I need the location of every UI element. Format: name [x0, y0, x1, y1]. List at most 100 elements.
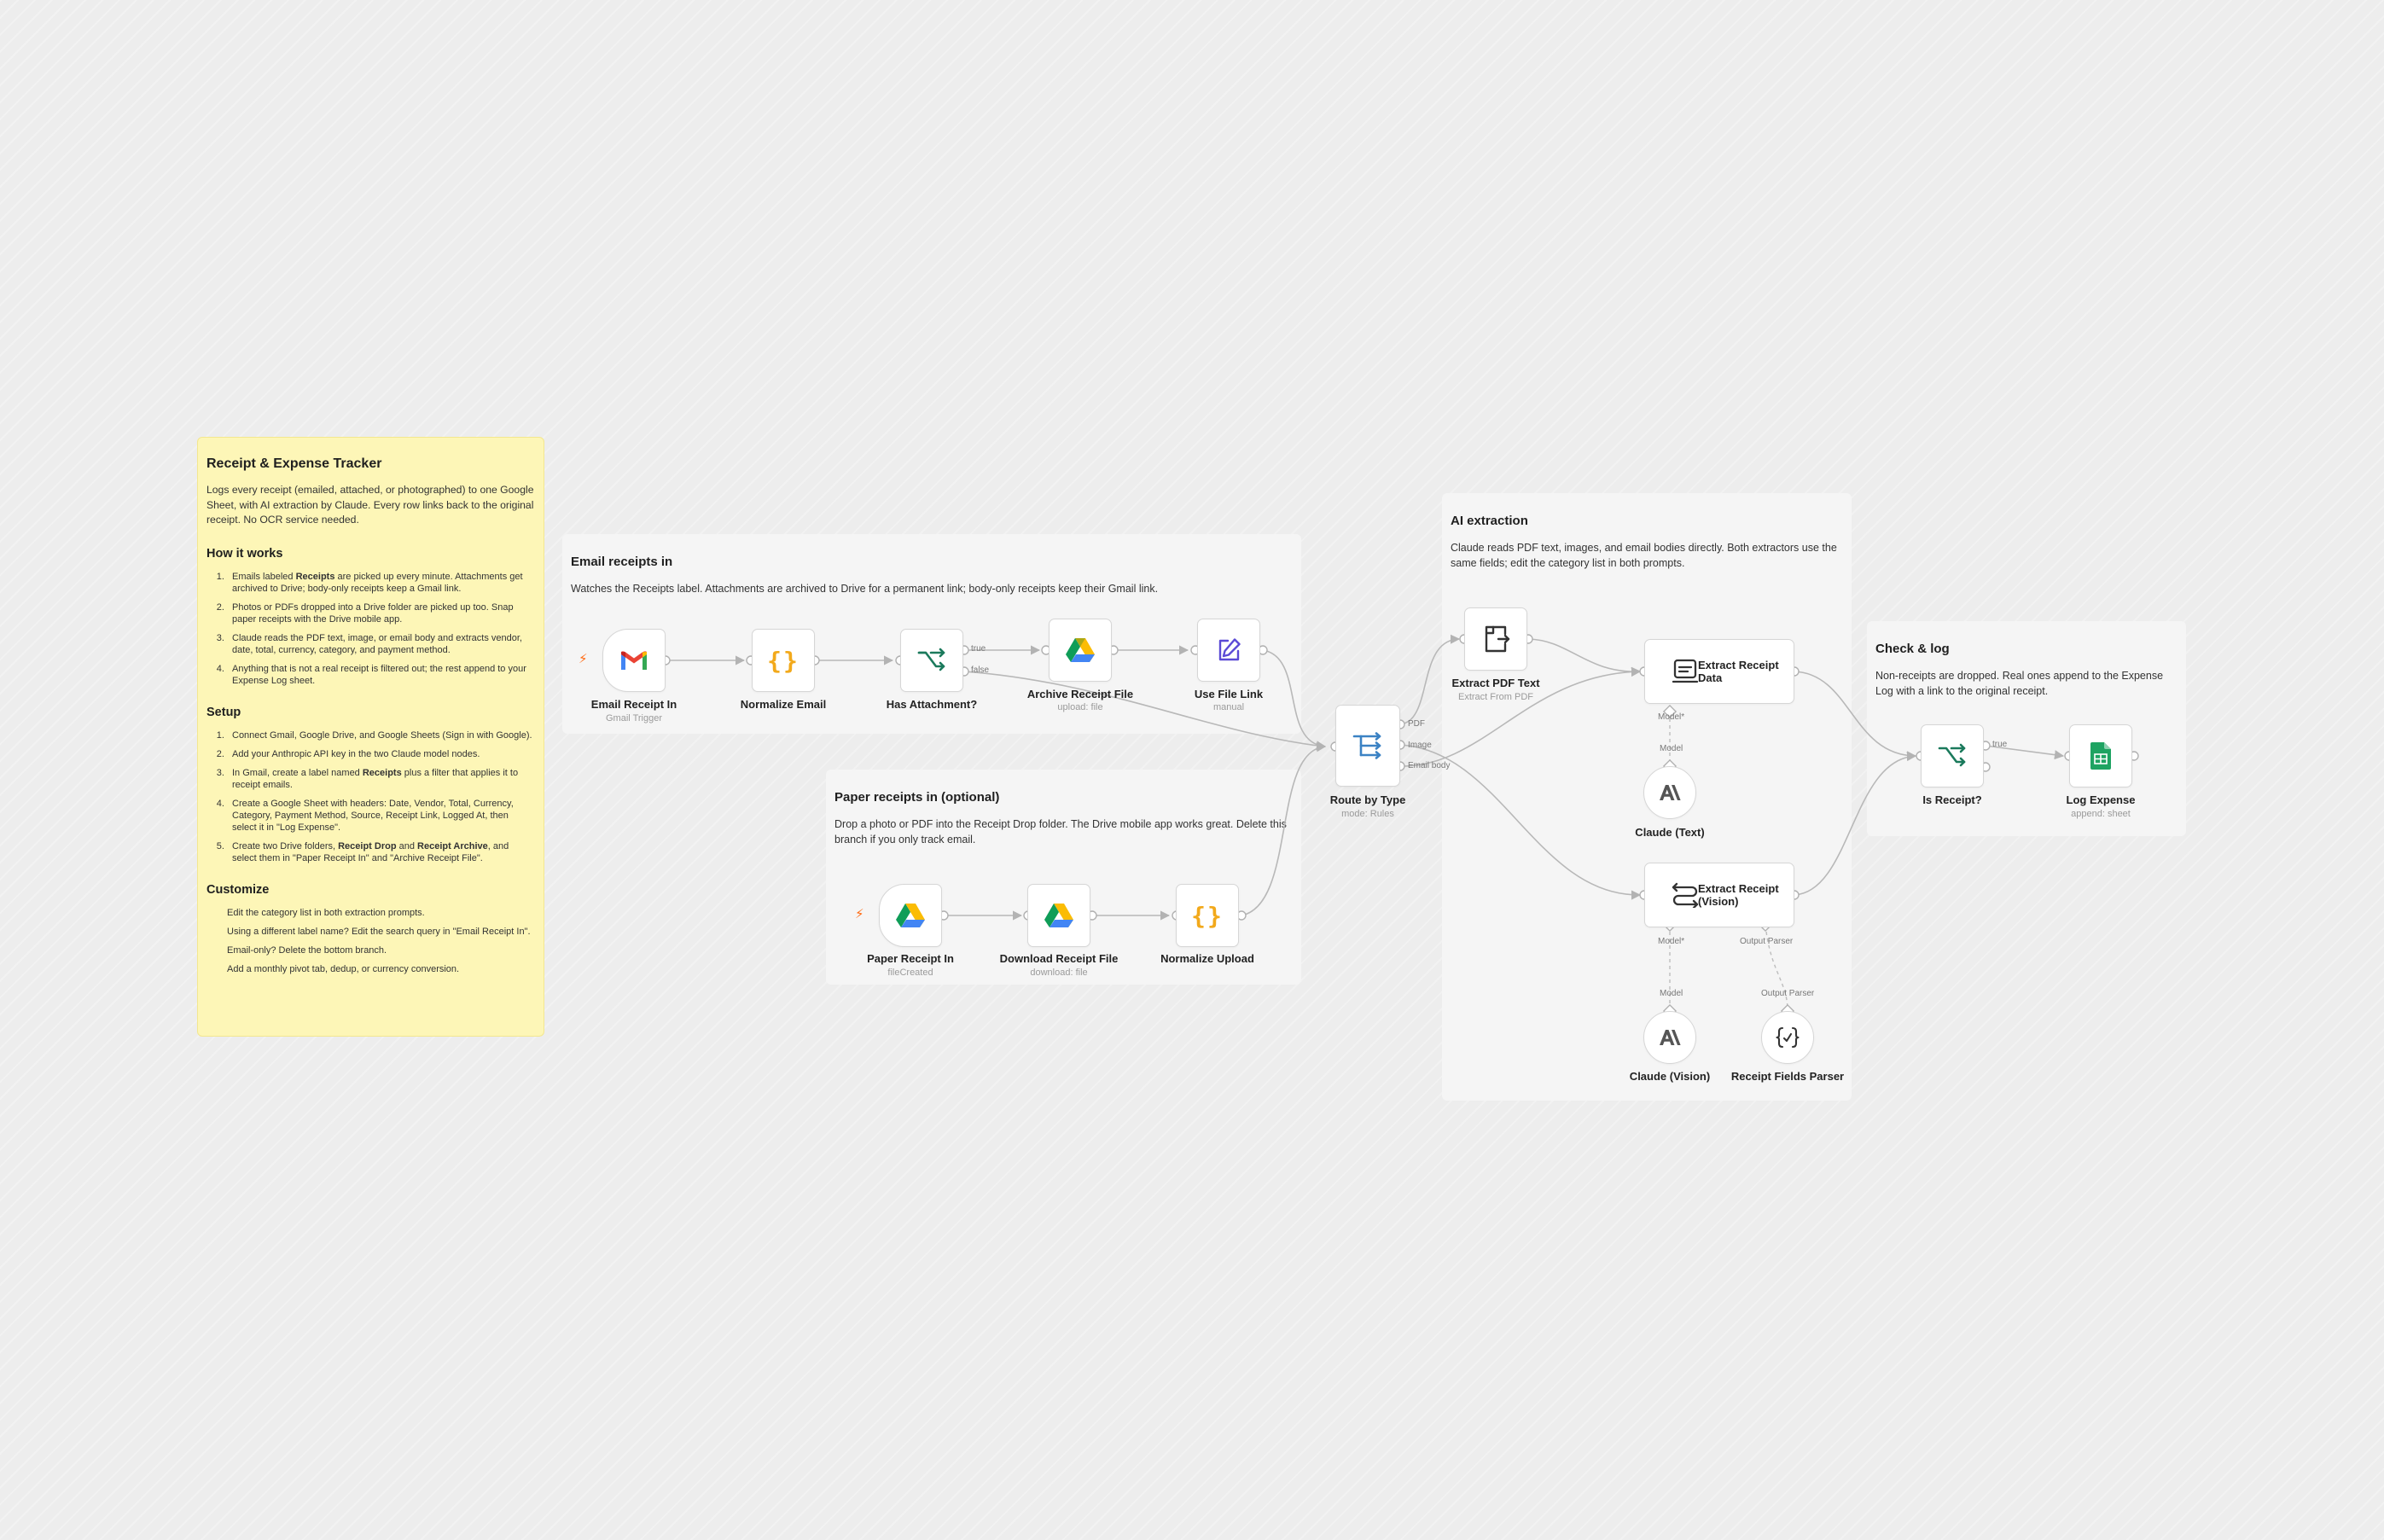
trigger-bolt-icon: ⚡ — [855, 907, 864, 921]
note-body: Drop a photo or PDF into the Receipt Dro… — [834, 818, 1287, 846]
anthropic-icon — [1654, 1022, 1685, 1053]
gmail-icon — [619, 645, 649, 676]
list-item: Edit the category list in both extractio… — [227, 907, 425, 918]
node-label: Email Receipt In — [590, 698, 677, 711]
list-item: Claude reads the PDF text, image, or ema… — [227, 632, 535, 656]
node-sublabel: Gmail Trigger — [605, 713, 663, 724]
node-extract-receipt-data[interactable]: Extract Receipt Data — [1644, 639, 1794, 704]
sticky-intro: Logs every receipt (emailed, attached, o… — [206, 484, 534, 526]
note-body: Watches the Receipts label. Attachments … — [571, 583, 1159, 595]
port-label-model: Model* — [1658, 712, 1685, 722]
list-item: Anything that is not a real receipt is f… — [227, 663, 535, 687]
setup-heading: Setup — [206, 705, 241, 719]
node-title: Extract Receipt Data — [1698, 659, 1779, 684]
node-label: Extract PDF Text — [1451, 677, 1540, 689]
information-extractor-icon — [1671, 880, 1700, 909]
port-label-true: true — [971, 644, 986, 654]
how-it-works-list: Emails labeled Receipts are picked up ev… — [206, 571, 535, 687]
port-label-model: Model — [1660, 989, 1683, 998]
port-label-image: Image — [1408, 741, 1432, 750]
note-title: Email receipts in — [571, 555, 673, 569]
node-label: Claude (Text) — [1635, 826, 1705, 839]
curly-braces-icon: {} — [1191, 901, 1224, 930]
list-item: Photos or PDFs dropped into a Drive fold… — [227, 601, 535, 625]
curly-braces-icon: {} — [767, 646, 800, 675]
port-label-false: false — [971, 665, 990, 675]
node-has-attachment[interactable] — [900, 629, 963, 692]
node-sublabel: fileCreated — [887, 968, 933, 978]
node-label: Is Receipt? — [1922, 793, 1982, 806]
node-sublabel: upload: file — [1057, 702, 1103, 712]
node-label: Claude (Vision) — [1629, 1070, 1711, 1083]
customize-heading: Customize — [206, 882, 270, 897]
port-label-output-parser: Output Parser — [1740, 937, 1794, 946]
switch-route-icon — [1352, 730, 1383, 761]
note-title: Check & log — [1875, 642, 1950, 656]
node-label: Receipt Fields Parser — [1730, 1070, 1845, 1083]
list-item: Email-only? Delete the bottom branch. — [227, 944, 387, 956]
node-label: Log Expense — [2066, 793, 2136, 806]
node-label: Route by Type — [1329, 793, 1406, 806]
list-item: Emails labeled Receipts are picked up ev… — [227, 571, 535, 595]
anthropic-icon — [1654, 777, 1685, 808]
port-label-pdf: PDF — [1408, 719, 1425, 729]
node-download-receipt-file[interactable] — [1027, 884, 1090, 947]
node-label: Paper Receipt In — [867, 952, 954, 965]
node-sublabel: Extract From PDF — [1457, 692, 1534, 702]
list-item: In Gmail, create a label named Receipts … — [227, 767, 535, 791]
node-sublabel: download: file — [1030, 968, 1088, 978]
structured-parser-icon — [1772, 1022, 1803, 1053]
node-log-expense[interactable] — [2069, 724, 2132, 787]
list-item: Using a different label name? Edit the s… — [227, 926, 531, 937]
node-extract-pdf-text[interactable] — [1464, 607, 1527, 671]
if-branch-icon — [1937, 741, 1968, 771]
llm-chain-icon — [1671, 657, 1700, 686]
node-label: Has Attachment? — [886, 698, 978, 711]
node-is-receipt[interactable] — [1921, 724, 1984, 787]
note-body: Claude reads PDF text, images, and email… — [1451, 542, 1837, 569]
node-sublabel: manual — [1212, 702, 1245, 712]
node-claude-vision[interactable] — [1643, 1011, 1696, 1064]
node-claude-text[interactable] — [1643, 766, 1696, 819]
node-email-receipt-in[interactable] — [602, 629, 666, 692]
node-label: Archive Receipt File — [1026, 688, 1134, 700]
node-use-file-link[interactable] — [1197, 619, 1260, 682]
note-title: Paper receipts in (optional) — [834, 790, 1000, 805]
extract-file-icon — [1480, 624, 1511, 654]
list-item: Create two Drive folders, Receipt Drop a… — [227, 840, 535, 864]
setup-list: Connect Gmail, Google Drive, and Google … — [206, 729, 535, 864]
node-sublabel: mode: Rules — [1341, 809, 1394, 819]
list-item: Create a Google Sheet with headers: Date… — [227, 798, 535, 834]
workflow-canvas[interactable]: Email receipts in Watches the Receipts l… — [0, 0, 2384, 1540]
node-normalize-upload[interactable]: {} — [1176, 884, 1239, 947]
sticky-receipt-tracker[interactable]: Receipt & Expense Tracker Logs every rec… — [197, 437, 544, 1037]
google-drive-icon — [1065, 635, 1096, 665]
list-item: Add a monthly pivot tab, dedup, or curre… — [227, 963, 460, 974]
google-drive-icon — [895, 900, 926, 931]
node-title: Extract Receipt (Vision) — [1698, 882, 1779, 908]
port-label-model: Model — [1660, 744, 1683, 753]
node-label: Use File Link — [1194, 688, 1264, 700]
port-label-true: true — [1992, 740, 2008, 749]
trigger-bolt-icon: ⚡ — [579, 652, 588, 666]
list-item: Connect Gmail, Google Drive, and Google … — [227, 729, 535, 741]
how-it-works-heading: How it works — [206, 546, 283, 561]
note-title: AI extraction — [1451, 514, 1528, 528]
customize-list: Edit the category list in both extractio… — [206, 907, 535, 975]
if-branch-icon — [916, 645, 947, 676]
google-drive-icon — [1044, 900, 1074, 931]
sticky-title: Receipt & Expense Tracker — [206, 456, 382, 471]
node-label: Download Receipt File — [999, 952, 1119, 965]
node-label: Normalize Email — [740, 698, 827, 711]
node-route-by-type[interactable] — [1335, 705, 1400, 787]
node-paper-receipt-in[interactable] — [879, 884, 942, 947]
node-extract-receipt-vision[interactable]: Extract Receipt (Vision) — [1644, 863, 1794, 927]
node-normalize-email[interactable]: {} — [752, 629, 815, 692]
node-receipt-fields-parser[interactable] — [1761, 1011, 1814, 1064]
node-label: Normalize Upload — [1160, 952, 1254, 965]
port-label-model: Model* — [1658, 937, 1685, 946]
port-label-email-body: Email body — [1408, 761, 1451, 770]
note-check-log[interactable]: Check & log Non-receipts are dropped. Re… — [1867, 621, 2186, 836]
pencil-edit-icon — [1213, 635, 1244, 665]
node-archive-receipt-file[interactable] — [1049, 619, 1112, 682]
